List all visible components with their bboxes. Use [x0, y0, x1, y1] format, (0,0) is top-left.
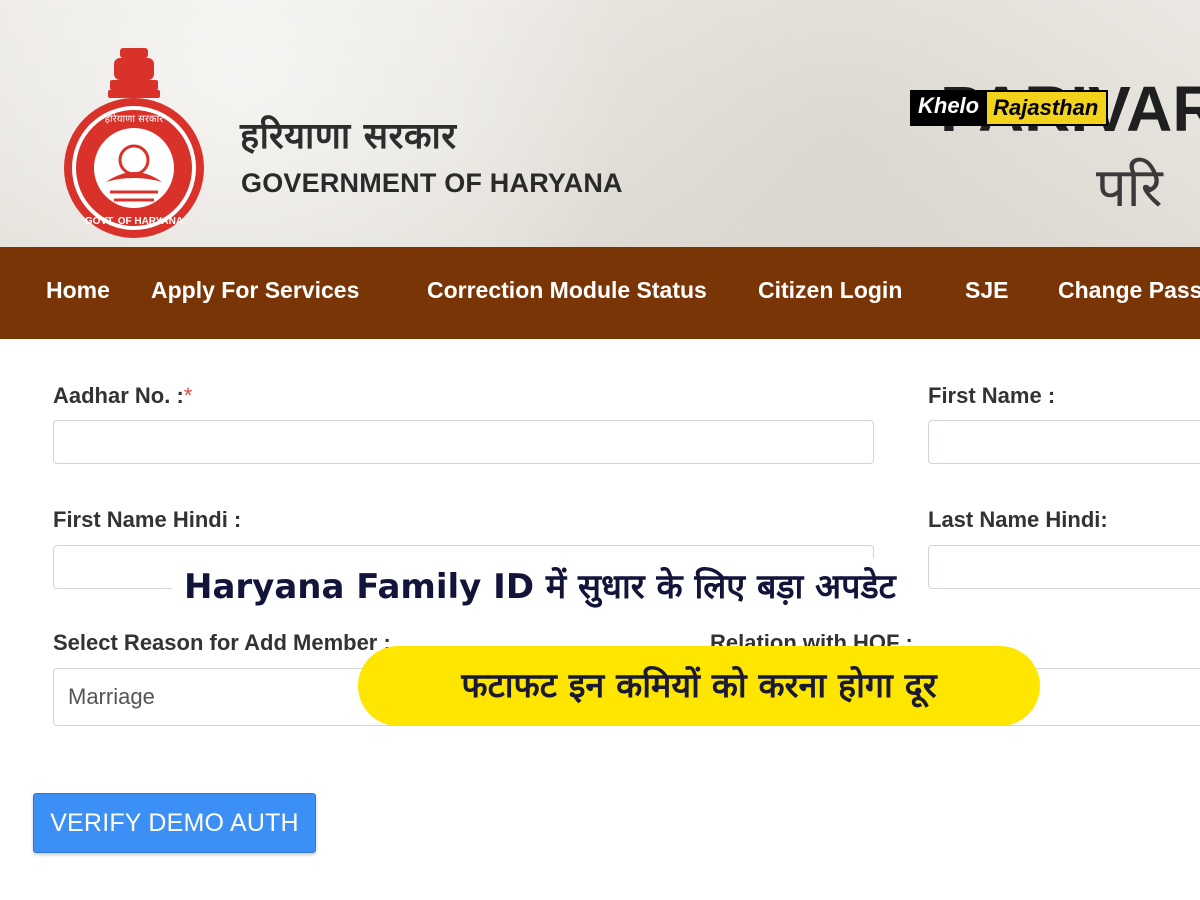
nav-apply-for-services[interactable]: Apply For Services	[151, 277, 359, 304]
khelo-rajasthan-watermark: Khelo Rajasthan	[910, 90, 1109, 126]
first-name-label: First Name :	[928, 383, 1056, 408]
aadhar-input[interactable]	[53, 420, 874, 464]
nav-correction-module-status[interactable]: Correction Module Status	[427, 277, 707, 304]
first-name-input[interactable]	[928, 420, 1200, 464]
nav-sje[interactable]: SJE	[965, 277, 1008, 304]
verify-demo-auth-button[interactable]: VERIFY DEMO AUTH	[33, 793, 316, 853]
required-marker: *	[183, 383, 193, 408]
reason-selected-value: Marriage	[68, 684, 155, 709]
haryana-emblem-logo: हरियाणा सरकार GOVT. OF HARYANA	[64, 48, 204, 238]
portal-title-hindi: परि	[1096, 156, 1163, 219]
nav-home[interactable]: Home	[46, 277, 110, 304]
svg-text:हरियाणा सरकार: हरियाणा सरकार	[105, 113, 164, 125]
government-name-english: GOVERNMENT OF HARYANA	[241, 168, 623, 198]
nav-change-password[interactable]: Change Pass	[1058, 277, 1200, 304]
watermark-part-1: Khelo	[910, 90, 986, 126]
main-navigation: Home Apply For Services Correction Modul…	[0, 247, 1200, 339]
nav-citizen-login[interactable]: Citizen Login	[758, 277, 902, 304]
aadhar-label-text: Aadhar No. :	[53, 383, 184, 408]
government-name-hindi: हरियाणा सरकार	[240, 116, 457, 157]
last-name-hindi-label: Last Name Hindi:	[928, 507, 1108, 532]
watermark-part-2: Rajasthan	[985, 90, 1109, 126]
news-subheadline-pill: फटाफट इन कमियों को करना होगा दूर	[358, 646, 1040, 726]
first-name-hindi-label: First Name Hindi :	[53, 507, 242, 532]
news-headline: Haryana Family ID में सुधार के लिए बड़ा …	[172, 558, 908, 616]
svg-text:GOVT. OF HARYANA: GOVT. OF HARYANA	[85, 216, 183, 227]
reason-label: Select Reason for Add Member :	[53, 630, 391, 655]
aadhar-label: Aadhar No. :*	[53, 383, 192, 409]
last-name-hindi-input[interactable]	[928, 545, 1200, 589]
site-header: हरियाणा सरकार GOVT. OF HARYANA हरियाणा स…	[0, 0, 1200, 247]
